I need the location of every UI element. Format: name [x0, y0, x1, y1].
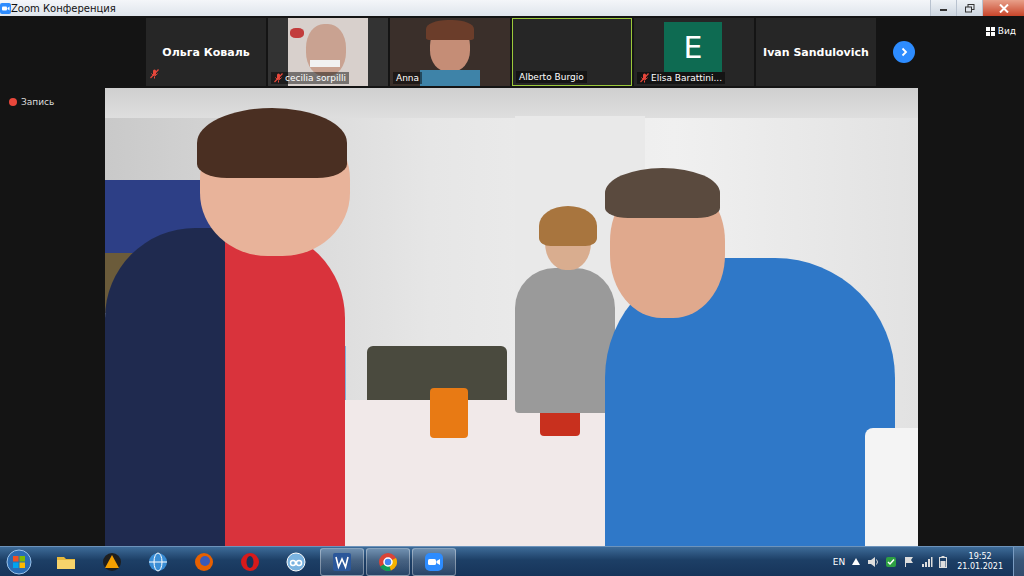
restore-button[interactable]: [956, 0, 982, 16]
participant-name: Ольга Коваль: [146, 18, 266, 86]
participant-name: Elisa Barattini...: [651, 73, 722, 83]
taskbar-app[interactable]: [90, 548, 134, 576]
signal-icon[interactable]: [921, 556, 933, 568]
battery-icon[interactable]: [939, 556, 947, 568]
chevron-right-icon: [899, 47, 909, 57]
participant-name: Alberto Burgio: [519, 72, 584, 82]
taskbar-app[interactable]: [274, 548, 318, 576]
taskbar-apps: [44, 548, 456, 576]
tile-content: Alberto Burgio: [513, 19, 631, 85]
opera-icon: [239, 551, 261, 573]
taskbar-app[interactable]: [412, 548, 456, 576]
participant-name: cecilia sorpilli: [285, 73, 346, 83]
grid-icon: [986, 27, 995, 36]
minimize-button[interactable]: [930, 0, 956, 16]
close-icon: [999, 4, 1009, 13]
aimp-icon: [101, 551, 123, 573]
taskbar-app[interactable]: [44, 548, 88, 576]
participant-label: Elisa Barattini...: [637, 72, 725, 84]
show-desktop-button[interactable]: [1013, 547, 1024, 576]
left-column: Запись: [0, 88, 105, 546]
taskbar-app[interactable]: [366, 548, 410, 576]
chrome-icon: [377, 551, 399, 573]
restore-icon: [965, 4, 975, 13]
language-indicator[interactable]: EN: [833, 557, 845, 567]
tile-content: EElisa Barattini...: [634, 18, 754, 86]
taskbar: EN 19:5221.01.2021: [0, 546, 1024, 576]
participant-list: Ольга Коваль cecilia sorpilli Anna Alberto …: [0, 18, 876, 86]
participant-strip: Ольга Коваль cecilia sorpilli Anna Alberto …: [0, 18, 1024, 86]
tile-content: Anna: [390, 18, 510, 86]
firefox-icon: [193, 551, 215, 573]
mic-muted-icon: [150, 69, 159, 79]
zoom-icon: [0, 3, 11, 14]
view-button[interactable]: Вид: [986, 26, 1016, 36]
tile-content: Ivan Sandulovich: [756, 18, 876, 86]
windows-logo-icon: [6, 549, 32, 575]
participant-name: Ivan Sandulovich: [756, 18, 876, 86]
taskbar-app[interactable]: [320, 548, 364, 576]
clock-date: 21.01.2021: [957, 562, 1003, 572]
next-page-button[interactable]: [893, 41, 915, 63]
participant-tile[interactable]: Alberto Burgio: [512, 18, 632, 86]
close-button[interactable]: [982, 0, 1024, 16]
recording-label: Запись: [21, 97, 54, 107]
clock[interactable]: 19:5221.01.2021: [957, 552, 1003, 572]
qbittorrent-icon: [285, 551, 307, 573]
main-area: Запись: [0, 88, 1024, 546]
word-icon: [331, 551, 353, 573]
participant-tile[interactable]: cecilia sorpilli: [268, 18, 388, 86]
recording-dot-icon: [9, 98, 17, 106]
participant-name: Anna: [396, 73, 419, 83]
participant-label: Anna: [393, 72, 422, 84]
volume-icon[interactable]: [867, 556, 879, 568]
show-hidden-icon[interactable]: [851, 557, 861, 567]
tile-content: cecilia sorpilli: [268, 18, 388, 86]
system-tray: EN 19:5221.01.2021: [833, 547, 1024, 576]
security-icon[interactable]: [885, 556, 897, 568]
participant-tile[interactable]: Ольга Коваль: [146, 18, 266, 86]
participant-tile[interactable]: Ivan Sandulovich: [756, 18, 876, 86]
recording-indicator: Запись: [9, 97, 54, 107]
mute-indicator: [150, 64, 159, 83]
taskbar-app[interactable]: [182, 548, 226, 576]
mic-muted-icon: [640, 73, 649, 83]
zoom-icon: [423, 551, 445, 573]
network-icon: [147, 551, 169, 573]
title-bar: Zoom Конференция: [0, 0, 1024, 16]
view-label: Вид: [998, 26, 1016, 36]
tile-content: Ольга Коваль: [146, 18, 266, 86]
participant-tile[interactable]: Anna: [390, 18, 510, 86]
explorer-icon: [55, 551, 77, 573]
minimize-icon: [939, 4, 949, 12]
main-video: [105, 88, 918, 546]
action-center-icon[interactable]: [903, 556, 915, 568]
clock-time: 19:52: [969, 552, 992, 562]
mic-muted-icon: [274, 73, 283, 83]
window-title: Zoom Конференция: [11, 3, 116, 14]
participant-tile[interactable]: EElisa Barattini...: [634, 18, 754, 86]
taskbar-app[interactable]: [136, 548, 180, 576]
participant-avatar: E: [664, 22, 722, 72]
start-button[interactable]: [4, 548, 34, 576]
participant-label: Alberto Burgio: [516, 71, 587, 83]
taskbar-app[interactable]: [228, 548, 272, 576]
participant-label: cecilia sorpilli: [271, 72, 349, 84]
